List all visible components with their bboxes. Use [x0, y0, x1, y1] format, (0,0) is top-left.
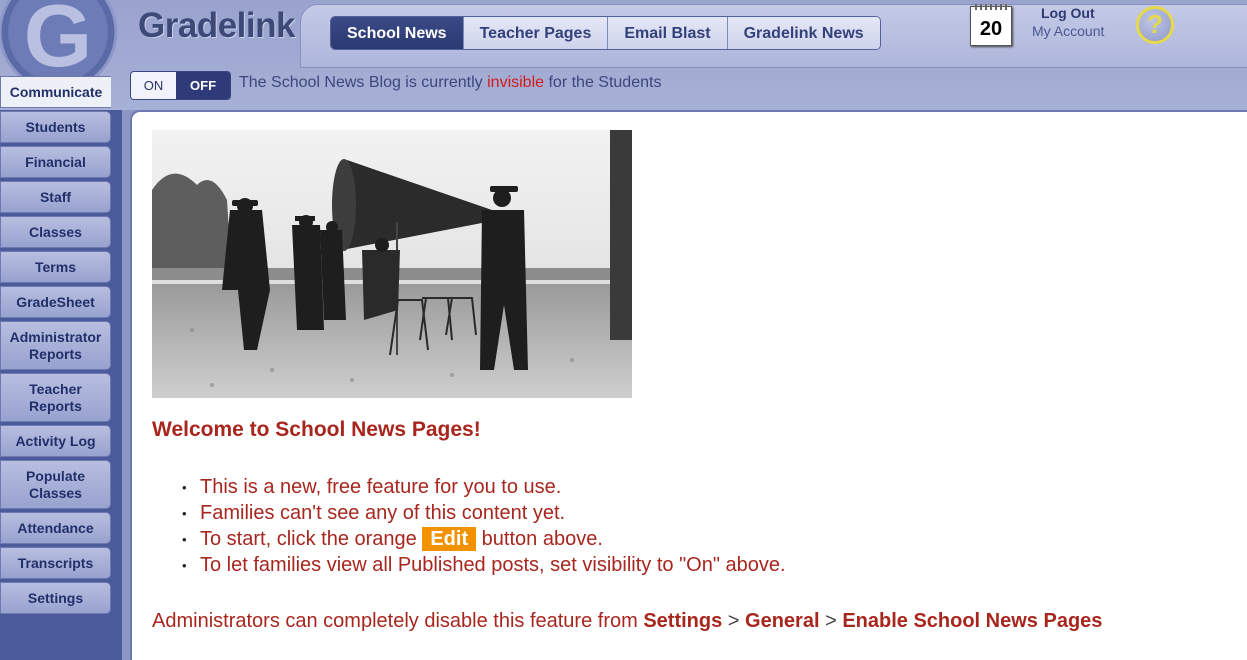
sidebar-item-settings[interactable]: Settings	[0, 582, 111, 614]
main-content: Welcome to School News Pages! This is a …	[130, 110, 1247, 660]
info-list: This is a new, free feature for you to u…	[182, 474, 786, 579]
tab-gradelink-news[interactable]: Gradelink News	[726, 17, 880, 49]
info-item-families-hidden: Families can't see any of this content y…	[182, 500, 786, 527]
edit-badge: Edit	[422, 527, 477, 551]
edit-instruction-prefix: To start, click the orange	[200, 528, 423, 550]
visibility-message: The School News Blog is currently invisi…	[239, 74, 661, 92]
admin-note-enable: Enable School News Pages	[842, 610, 1103, 632]
visibility-suffix: for the Students	[544, 74, 662, 91]
edit-instruction-suffix: button above.	[476, 528, 603, 550]
sidebar-item-populate-classes[interactable]: Populate Classes	[0, 460, 111, 509]
info-item-visibility-instruction: To let families view all Published posts…	[182, 552, 786, 579]
calendar-icon[interactable]: 20	[970, 4, 1012, 46]
megaphone-photo	[152, 130, 632, 398]
sidebar-item-activity-log[interactable]: Activity Log	[0, 425, 111, 457]
sidebar-item-teacher-reports[interactable]: Teacher Reports	[0, 373, 111, 422]
sidebar-item-terms[interactable]: Terms	[0, 251, 111, 283]
sidebar-item-financial[interactable]: Financial	[0, 146, 111, 178]
sidebar-item-gradesheet[interactable]: GradeSheet	[0, 286, 111, 318]
visibility-toggle[interactable]: ON OFF	[130, 71, 231, 100]
help-icon[interactable]: ?	[1136, 6, 1174, 44]
tab-email-blast[interactable]: Email Blast	[607, 17, 727, 49]
admin-note-settings: Settings	[643, 610, 723, 632]
visibility-prefix: The School News Blog is currently	[239, 74, 488, 91]
admin-note: Administrators can completely disable th…	[152, 610, 1102, 633]
info-item-edit-instruction: To start, click the orange Edit button a…	[182, 526, 786, 553]
top-tabs: School News Teacher Pages Email Blast Gr…	[330, 16, 881, 50]
visibility-status: invisible	[487, 74, 545, 91]
admin-note-prefix: Administrators can completely disable th…	[152, 610, 644, 632]
welcome-heading: Welcome to School News Pages!	[152, 418, 481, 441]
sidebar-nav: Communicate Students Financial Staff Cla…	[0, 76, 111, 617]
logo-text: Gradelink	[138, 6, 295, 45]
sidebar-item-attendance[interactable]: Attendance	[0, 512, 111, 544]
toggle-off-option[interactable]: OFF	[176, 72, 230, 99]
sidebar-item-transcripts[interactable]: Transcripts	[0, 547, 111, 579]
toggle-on-option[interactable]: ON	[131, 72, 177, 99]
sidebar-item-administrator-reports[interactable]: Administrator Reports	[0, 321, 111, 370]
info-item-free-feature: This is a new, free feature for you to u…	[182, 474, 786, 501]
admin-note-general: General	[745, 610, 820, 632]
sidebar-item-staff[interactable]: Staff	[0, 181, 111, 213]
tab-teacher-pages[interactable]: Teacher Pages	[462, 17, 608, 49]
calendar-day: 20	[979, 18, 1003, 40]
sidebar-item-classes[interactable]: Classes	[0, 216, 111, 248]
logo-letter: G	[24, 0, 92, 85]
sidebar-item-communicate[interactable]: Communicate	[0, 76, 111, 108]
calendar-rings	[975, 4, 1007, 10]
header: G Gradelink School News Teacher Pages Em…	[0, 0, 1247, 110]
tab-school-news[interactable]: School News	[331, 17, 463, 49]
sidebar-item-students[interactable]: Students	[0, 111, 111, 143]
admin-note-sep-1: >	[722, 610, 746, 632]
my-account-link[interactable]: My Account	[1032, 23, 1104, 39]
admin-note-sep-2: >	[819, 610, 843, 632]
logout-link[interactable]: Log Out	[1041, 5, 1095, 21]
